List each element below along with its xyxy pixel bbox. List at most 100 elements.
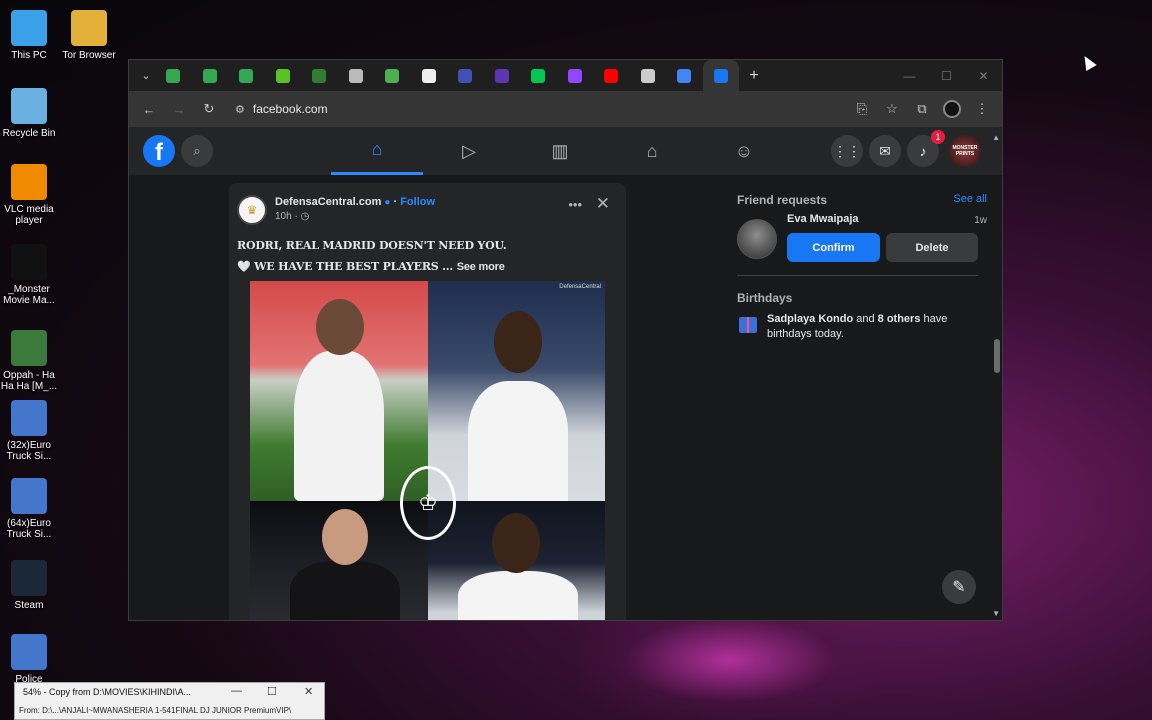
desktop-icon-label: Steam: [14, 600, 44, 611]
desktop-icon-label: _Monster Movie Ma...: [3, 284, 55, 306]
desktop-icon[interactable]: _Monster Movie Ma...: [0, 244, 61, 306]
extensions-icon[interactable]: ⧉: [910, 97, 934, 121]
desktop-icon[interactable]: (64x)Euro Truck Si...: [0, 478, 61, 540]
browser-tab[interactable]: [265, 60, 302, 91]
url-text: facebook.com: [252, 102, 328, 116]
browser-tab[interactable]: [447, 60, 484, 91]
player-head: [494, 311, 542, 373]
video-tab[interactable]: ▷: [423, 127, 515, 175]
close-window-button[interactable]: ✕: [965, 60, 1002, 91]
browser-tab[interactable]: [702, 60, 739, 91]
tab-favicon-icon: [677, 68, 692, 83]
follow-button[interactable]: Follow: [400, 196, 435, 208]
menu-grid-icon[interactable]: ⋮⋮: [831, 135, 863, 167]
scroll-up-arrow-icon[interactable]: ▲: [992, 133, 1000, 142]
tab-favicon-icon: [239, 68, 254, 83]
desktop-icon[interactable]: Oppah - Ha Ha Ha [M_...: [0, 330, 61, 392]
page-name[interactable]: DefensaCentral.com ● · Follow: [275, 196, 435, 208]
new-tab-button[interactable]: +: [739, 60, 769, 91]
account-avatar[interactable]: MONSTER PRINTS: [949, 135, 981, 167]
birthdays-title: Birthdays: [737, 291, 793, 305]
friend-request-avatar[interactable]: [737, 219, 777, 259]
page-name-text[interactable]: DefensaCentral.com: [275, 196, 381, 208]
post-image[interactable]: DefensaCentral ♔: [250, 281, 605, 620]
divider: [737, 275, 978, 276]
post-more-icon[interactable]: •••: [568, 197, 582, 212]
scroll-down-arrow-icon[interactable]: ▼: [992, 609, 1000, 618]
tab-search-button[interactable]: ⌄: [137, 67, 155, 85]
browser-tab[interactable]: [593, 60, 630, 91]
desktop-icon[interactable]: Recycle Bin: [0, 88, 61, 139]
search-icon[interactable]: ⌕: [181, 135, 213, 167]
browser-tab[interactable]: [192, 60, 229, 91]
confirm-button[interactable]: Confirm: [787, 233, 880, 262]
page-scrollbar[interactable]: ▲ ▼: [992, 127, 1002, 620]
file-copy-dialog[interactable]: 54% - Copy from D:\MOVIES\KIHINDI\A... —…: [14, 682, 325, 720]
browser-tab[interactable]: [301, 60, 338, 91]
back-button[interactable]: ←: [137, 97, 161, 121]
browser-menu-icon[interactable]: ⋮: [970, 97, 994, 121]
tab-strip: ⌄ + — ☐ ✕: [129, 60, 1002, 91]
forward-button[interactable]: →: [167, 97, 191, 121]
marketplace-tab[interactable]: ⌂: [606, 127, 698, 175]
post-timestamp[interactable]: 10h · ◷: [275, 211, 309, 222]
browser-tab[interactable]: [630, 60, 667, 91]
browser-tab[interactable]: [338, 60, 375, 91]
bookmark-star-icon[interactable]: ☆: [880, 97, 904, 121]
new-message-icon[interactable]: ✎: [942, 570, 976, 604]
player-head: [316, 299, 364, 355]
desktop-icon[interactable]: Tor Browser: [57, 10, 121, 61]
groups-tab[interactable]: ☺: [698, 127, 790, 175]
browser-tab[interactable]: [484, 60, 521, 91]
minimize-button[interactable]: —: [891, 60, 928, 91]
address-bar[interactable]: ⚙ facebook.com: [227, 95, 844, 123]
delete-button[interactable]: Delete: [886, 233, 978, 262]
birthdays-text[interactable]: Sadplaya Kondo and 8 others have birthda…: [767, 312, 977, 342]
browser-toolbar: ← → ↻ ⚙ facebook.com ⎘ ☆ ⧉ ⋮: [129, 91, 1002, 127]
site-info-icon[interactable]: ⚙: [235, 103, 245, 116]
messenger-icon[interactable]: ✉: [869, 135, 901, 167]
cast-icon[interactable]: ⎘: [850, 97, 874, 121]
maximize-button[interactable]: ☐: [928, 60, 965, 91]
player-kit: [458, 571, 578, 620]
tab-favicon-icon: [567, 68, 582, 83]
desktop-icon[interactable]: Steam: [0, 560, 61, 611]
page-avatar[interactable]: ♛: [237, 195, 267, 225]
post-close-icon[interactable]: ✕: [596, 194, 610, 214]
browser-tab[interactable]: [666, 60, 703, 91]
browser-tab[interactable]: [374, 60, 411, 91]
home-icon: ⌂: [371, 139, 383, 159]
player-photo-3: [250, 501, 428, 620]
desktop-app-icon: [11, 88, 47, 124]
friend-request-age: 1w: [974, 215, 987, 226]
tab-favicon-icon: [348, 68, 363, 83]
reload-button[interactable]: ↻: [197, 97, 221, 121]
desktop-icon-label: VLC media player: [4, 204, 54, 226]
friend-request-name[interactable]: Eva Mwaipaja: [787, 213, 859, 225]
copy-maximize-button[interactable]: ☐: [267, 685, 277, 698]
browser-tab[interactable]: [520, 60, 557, 91]
desktop-icon[interactable]: This PC: [0, 10, 61, 61]
home-tab[interactable]: ⌂: [331, 127, 423, 175]
desktop-icon[interactable]: VLC media player: [0, 164, 61, 226]
desktop-icon[interactable]: Police: [0, 634, 61, 685]
browser-tab[interactable]: [228, 60, 265, 91]
browser-tab[interactable]: [557, 60, 594, 91]
scroll-thumb[interactable]: [994, 339, 1000, 373]
facebook-logo[interactable]: f: [143, 135, 175, 167]
see-more-link[interactable]: See more: [457, 261, 505, 273]
see-all-link[interactable]: See all: [953, 193, 987, 205]
copy-close-button[interactable]: ✕: [304, 685, 313, 698]
browser-tab[interactable]: [155, 60, 192, 91]
notifications-bell-icon[interactable]: ♪ 1: [907, 130, 945, 167]
player-head: [492, 513, 540, 573]
feeds-tab[interactable]: ▥: [514, 127, 606, 175]
feeds-icon: ▥: [551, 140, 569, 161]
facebook-page: f ⌕ ⌂ ▷ ▥ ⌂ ☺ ⋮⋮ ✉ ♪ 1 MONSTER PRINTS ♛ …: [129, 127, 1002, 620]
copy-minimize-button[interactable]: —: [231, 685, 242, 697]
desktop-app-icon: [11, 400, 47, 436]
profile-button[interactable]: [940, 97, 964, 121]
tab-favicon-icon: [166, 68, 181, 83]
desktop-icon[interactable]: (32x)Euro Truck Si...: [0, 400, 61, 462]
browser-tab[interactable]: [411, 60, 448, 91]
